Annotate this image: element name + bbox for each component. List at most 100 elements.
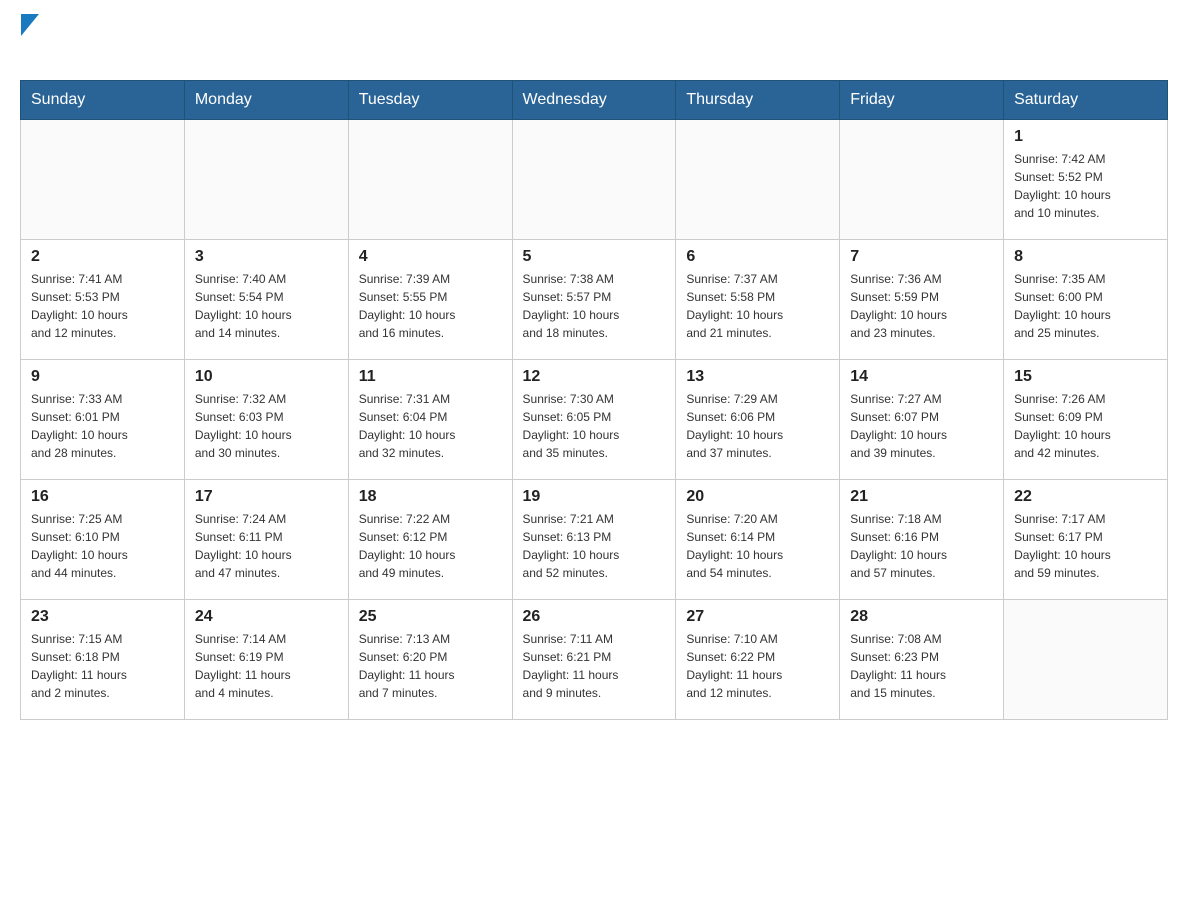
calendar-cell: 17Sunrise: 7:24 AM Sunset: 6:11 PM Dayli… [184, 480, 348, 600]
column-header-tuesday: Tuesday [348, 81, 512, 120]
calendar-cell: 6 Sunrise: 7:37 AM Sunset: 5:58 PM Daylig… [676, 240, 840, 360]
day-info: Sunrise: 7:32 AM Sunset: 6:03 PM Dayligh… [195, 390, 338, 462]
day-info: Sunrise: 7:27 AM Sunset: 6:07 PM Dayligh… [850, 390, 993, 462]
day-number: 10 [195, 368, 338, 386]
day-number: 8 [1014, 248, 1157, 266]
day-number: 18 [359, 488, 502, 506]
logo [20, 20, 39, 64]
calendar-cell: 16Sunrise: 7:25 AM Sunset: 6:10 PM Dayli… [21, 480, 185, 600]
calendar-cell: 18 Sunrise: 7:22 AM Sunset: 6:12 PM Dayli… [348, 480, 512, 600]
calendar-cell: 1 Sunrise: 7:42 AM Sunset: 5:52 PM Daylig… [1004, 120, 1168, 240]
day-info: Sunrise: 7:42 AM Sunset: 5:52 PM Dayligh… [1014, 150, 1157, 222]
day-number: 9 [31, 368, 174, 386]
calendar-cell: 23Sunrise: 7:15 AM Sunset: 6:18 PM Dayli… [21, 600, 185, 720]
day-info: Sunrise: 7:08 AM Sunset: 6:23 PM Dayligh… [850, 630, 993, 702]
calendar-cell [21, 120, 185, 240]
calendar-table: SundayMondayTuesdayWednesdayThursdayFrid… [20, 80, 1168, 720]
day-number: 4 [359, 248, 502, 266]
calendar-cell: 27 Sunrise: 7:10 AM Sunset: 6:22 PM Dayli… [676, 600, 840, 720]
day-info: Sunrise: 7:36 AM Sunset: 5:59 PM Dayligh… [850, 270, 993, 342]
column-header-wednesday: Wednesday [512, 81, 676, 120]
day-info: Sunrise: 7:10 AM Sunset: 6:22 PM Dayligh… [686, 630, 829, 702]
day-number: 21 [850, 488, 993, 506]
day-info: Sunrise: 7:40 AM Sunset: 5:54 PM Dayligh… [195, 270, 338, 342]
day-info: Sunrise: 7:18 AM Sunset: 6:16 PM Dayligh… [850, 510, 993, 582]
calendar-cell: 2 Sunrise: 7:41 AM Sunset: 5:53 PM Daylig… [21, 240, 185, 360]
calendar-cell: 24Sunrise: 7:14 AM Sunset: 6:19 PM Dayli… [184, 600, 348, 720]
day-number: 1 [1014, 128, 1157, 146]
day-info: Sunrise: 7:20 AM Sunset: 6:14 PM Dayligh… [686, 510, 829, 582]
day-info: Sunrise: 7:37 AM Sunset: 5:58 PM Dayligh… [686, 270, 829, 342]
column-header-monday: Monday [184, 81, 348, 120]
calendar-cell: 26 Sunrise: 7:11 AM Sunset: 6:21 PM Dayli… [512, 600, 676, 720]
day-number: 2 [31, 248, 174, 266]
calendar-cell [676, 120, 840, 240]
calendar-cell: 9 Sunrise: 7:33 AM Sunset: 6:01 PM Daylig… [21, 360, 185, 480]
calendar-week-row: 1 Sunrise: 7:42 AM Sunset: 5:52 PM Daylig… [21, 120, 1168, 240]
calendar-cell: 28 Sunrise: 7:08 AM Sunset: 6:23 PM Dayli… [840, 600, 1004, 720]
day-number: 22 [1014, 488, 1157, 506]
day-number: 27 [686, 608, 829, 626]
day-info: Sunrise: 7:33 AM Sunset: 6:01 PM Dayligh… [31, 390, 174, 462]
calendar-cell: 11 Sunrise: 7:31 AM Sunset: 6:04 PM Dayli… [348, 360, 512, 480]
calendar-cell: 20 Sunrise: 7:20 AM Sunset: 6:14 PM Dayli… [676, 480, 840, 600]
day-info: Sunrise: 7:11 AM Sunset: 6:21 PM Dayligh… [523, 630, 666, 702]
day-info: Sunrise: 7:29 AM Sunset: 6:06 PM Dayligh… [686, 390, 829, 462]
calendar-cell: 21 Sunrise: 7:18 AM Sunset: 6:16 PM Dayli… [840, 480, 1004, 600]
page-header [20, 20, 1168, 64]
calendar-week-row: 23Sunrise: 7:15 AM Sunset: 6:18 PM Dayli… [21, 600, 1168, 720]
calendar-cell: 15 Sunrise: 7:26 AM Sunset: 6:09 PM Dayli… [1004, 360, 1168, 480]
calendar-cell: 14 Sunrise: 7:27 AM Sunset: 6:07 PM Dayli… [840, 360, 1004, 480]
day-number: 11 [359, 368, 502, 386]
day-number: 12 [523, 368, 666, 386]
calendar-cell: 8 Sunrise: 7:35 AM Sunset: 6:00 PM Daylig… [1004, 240, 1168, 360]
day-info: Sunrise: 7:24 AM Sunset: 6:11 PM Dayligh… [195, 510, 338, 582]
logo-triangle-icon [21, 14, 39, 36]
calendar-cell: 5Sunrise: 7:38 AM Sunset: 5:57 PM Daylig… [512, 240, 676, 360]
day-info: Sunrise: 7:22 AM Sunset: 6:12 PM Dayligh… [359, 510, 502, 582]
day-number: 13 [686, 368, 829, 386]
calendar-cell [840, 120, 1004, 240]
day-info: Sunrise: 7:13 AM Sunset: 6:20 PM Dayligh… [359, 630, 502, 702]
calendar-cell [1004, 600, 1168, 720]
calendar-cell [348, 120, 512, 240]
calendar-cell: 3 Sunrise: 7:40 AM Sunset: 5:54 PM Daylig… [184, 240, 348, 360]
calendar-cell: 4 Sunrise: 7:39 AM Sunset: 5:55 PM Daylig… [348, 240, 512, 360]
column-header-saturday: Saturday [1004, 81, 1168, 120]
day-number: 20 [686, 488, 829, 506]
calendar-cell: 10 Sunrise: 7:32 AM Sunset: 6:03 PM Dayli… [184, 360, 348, 480]
day-info: Sunrise: 7:26 AM Sunset: 6:09 PM Dayligh… [1014, 390, 1157, 462]
calendar-cell [184, 120, 348, 240]
day-info: Sunrise: 7:30 AM Sunset: 6:05 PM Dayligh… [523, 390, 666, 462]
day-info: Sunrise: 7:41 AM Sunset: 5:53 PM Dayligh… [31, 270, 174, 342]
day-info: Sunrise: 7:35 AM Sunset: 6:00 PM Dayligh… [1014, 270, 1157, 342]
calendar-week-row: 9 Sunrise: 7:33 AM Sunset: 6:01 PM Daylig… [21, 360, 1168, 480]
day-number: 16 [31, 488, 174, 506]
day-number: 15 [1014, 368, 1157, 386]
calendar-week-row: 2 Sunrise: 7:41 AM Sunset: 5:53 PM Daylig… [21, 240, 1168, 360]
day-number: 14 [850, 368, 993, 386]
calendar-header-row: SundayMondayTuesdayWednesdayThursdayFrid… [21, 81, 1168, 120]
day-number: 25 [359, 608, 502, 626]
calendar-cell: 13 Sunrise: 7:29 AM Sunset: 6:06 PM Dayli… [676, 360, 840, 480]
day-info: Sunrise: 7:21 AM Sunset: 6:13 PM Dayligh… [523, 510, 666, 582]
column-header-sunday: Sunday [21, 81, 185, 120]
day-info: Sunrise: 7:39 AM Sunset: 5:55 PM Dayligh… [359, 270, 502, 342]
day-number: 6 [686, 248, 829, 266]
day-info: Sunrise: 7:38 AM Sunset: 5:57 PM Dayligh… [523, 270, 666, 342]
day-info: Sunrise: 7:15 AM Sunset: 6:18 PM Dayligh… [31, 630, 174, 702]
calendar-week-row: 16Sunrise: 7:25 AM Sunset: 6:10 PM Dayli… [21, 480, 1168, 600]
calendar-cell: 7 Sunrise: 7:36 AM Sunset: 5:59 PM Daylig… [840, 240, 1004, 360]
day-number: 28 [850, 608, 993, 626]
calendar-cell: 22 Sunrise: 7:17 AM Sunset: 6:17 PM Dayli… [1004, 480, 1168, 600]
column-header-thursday: Thursday [676, 81, 840, 120]
day-number: 19 [523, 488, 666, 506]
day-info: Sunrise: 7:17 AM Sunset: 6:17 PM Dayligh… [1014, 510, 1157, 582]
day-info: Sunrise: 7:14 AM Sunset: 6:19 PM Dayligh… [195, 630, 338, 702]
column-header-friday: Friday [840, 81, 1004, 120]
day-number: 26 [523, 608, 666, 626]
calendar-cell: 25 Sunrise: 7:13 AM Sunset: 6:20 PM Dayli… [348, 600, 512, 720]
day-info: Sunrise: 7:31 AM Sunset: 6:04 PM Dayligh… [359, 390, 502, 462]
day-number: 3 [195, 248, 338, 266]
day-number: 7 [850, 248, 993, 266]
